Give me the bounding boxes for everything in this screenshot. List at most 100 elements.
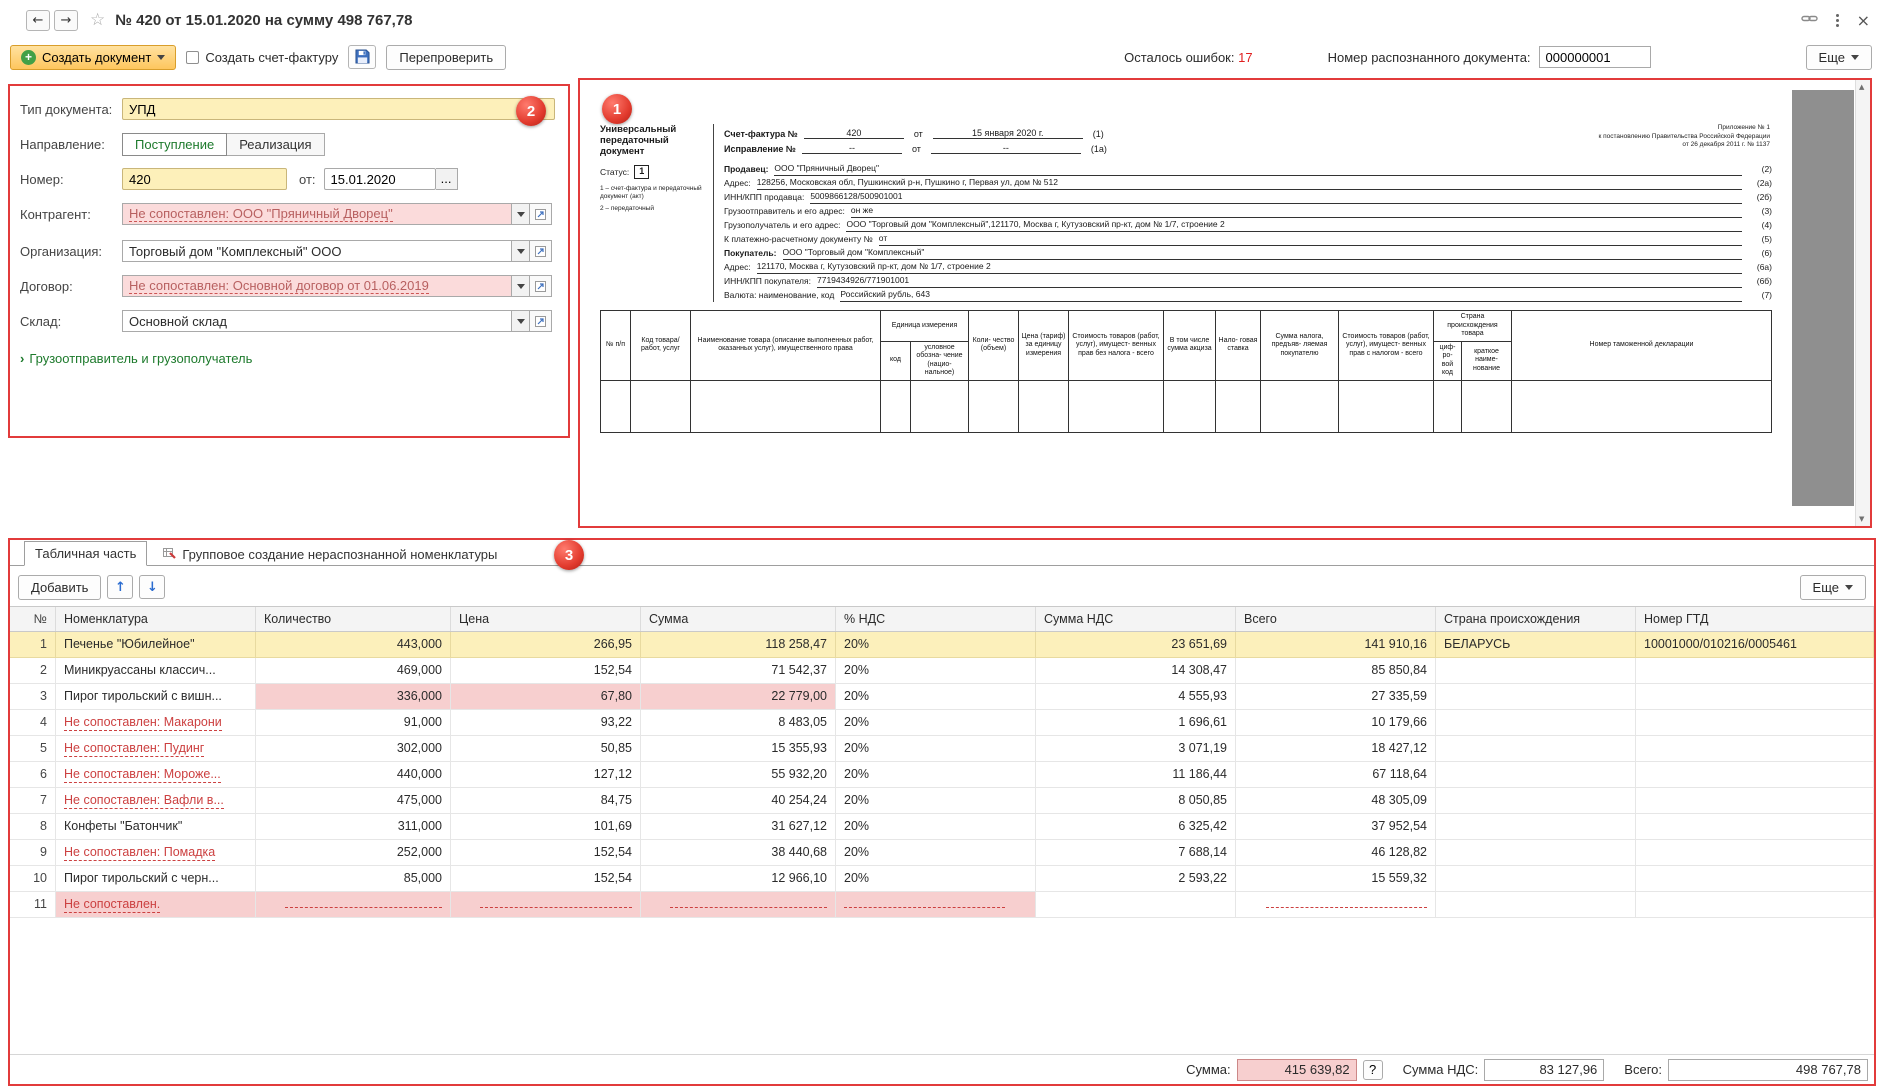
cell-vat_sum[interactable]: 4 555,93 [1036, 684, 1236, 710]
cell-qty[interactable]: 85,000 [256, 866, 451, 892]
contract-open-button[interactable] [530, 275, 552, 297]
cell-num[interactable]: 10 [10, 866, 56, 892]
cell-country[interactable] [1436, 710, 1636, 736]
back-button[interactable]: ← [26, 10, 50, 31]
cell-vat[interactable]: 20% [836, 632, 1036, 658]
cell-vat_sum[interactable] [1036, 892, 1236, 918]
cell-qty[interactable]: 302,000 [256, 736, 451, 762]
counterparty-field[interactable]: Не сопоставлен: ООО "Пряничный Дворец" [122, 203, 512, 225]
cell-vat_sum[interactable]: 7 688,14 [1036, 840, 1236, 866]
cell-qty[interactable]: 475,000 [256, 788, 451, 814]
cell-qty[interactable] [256, 892, 451, 918]
col-header-vat-percent[interactable]: % НДС [836, 607, 1036, 631]
cell-name[interactable]: Не сопоставлен: Вафли в... [56, 788, 256, 814]
cell-total[interactable]: 46 128,82 [1236, 840, 1436, 866]
cell-name[interactable]: Не сопоставлен: Мороже... [56, 762, 256, 788]
cell-country[interactable] [1436, 866, 1636, 892]
cell-total[interactable]: 85 850,84 [1236, 658, 1436, 684]
cell-gtd[interactable] [1636, 814, 1874, 840]
date-input[interactable] [324, 168, 436, 190]
cell-gtd[interactable]: 10001000/010216/0005461 [1636, 632, 1874, 658]
cell-country[interactable] [1436, 762, 1636, 788]
cell-gtd[interactable] [1636, 736, 1874, 762]
cell-gtd[interactable] [1636, 892, 1874, 918]
direction-outgoing-button[interactable]: Реализация [227, 133, 324, 156]
cell-name[interactable]: Печенье "Юбилейное" [56, 632, 256, 658]
table-row[interactable]: 8Конфеты "Батончик"311,000101,6931 627,1… [10, 814, 1874, 840]
cell-country[interactable] [1436, 684, 1636, 710]
move-up-button[interactable]: ↑ [107, 575, 133, 599]
cell-name[interactable]: Не сопоставлен: Пудинг [56, 736, 256, 762]
col-header-num[interactable]: № [10, 607, 56, 631]
more-menu-icon[interactable] [1834, 12, 1841, 29]
cell-price[interactable]: 93,22 [451, 710, 641, 736]
organization-open-button[interactable] [530, 240, 552, 262]
cell-num[interactable]: 7 [10, 788, 56, 814]
organization-field[interactable]: Торговый дом "Комплексный" ООО [122, 240, 512, 262]
table-row[interactable]: 2Миникруассаны классич...469,000152,5471… [10, 658, 1874, 684]
recheck-button[interactable]: Перепроверить [386, 45, 506, 70]
cell-country[interactable] [1436, 736, 1636, 762]
col-header-country[interactable]: Страна происхождения [1436, 607, 1636, 631]
cell-total[interactable]: 67 118,64 [1236, 762, 1436, 788]
recognized-doc-number-input[interactable] [1539, 46, 1651, 68]
cell-price[interactable]: 101,69 [451, 814, 641, 840]
scroll-up-icon[interactable]: ▲ [1859, 83, 1864, 91]
cell-name[interactable]: Не сопоставлен: Макарони [56, 710, 256, 736]
sum-field[interactable]: 415 639,82 [1237, 1059, 1357, 1081]
tab-group-create[interactable]: Групповое создание нераспознанной номенк… [153, 543, 507, 566]
cell-country[interactable] [1436, 658, 1636, 684]
cell-num[interactable]: 3 [10, 684, 56, 710]
cell-total[interactable]: 18 427,12 [1236, 736, 1436, 762]
save-button[interactable] [348, 45, 376, 69]
cell-vat_sum[interactable]: 8 050,85 [1036, 788, 1236, 814]
col-header-nomenclature[interactable]: Номенклатура [56, 607, 256, 631]
cell-sum[interactable]: 31 627,12 [641, 814, 836, 840]
cell-sum[interactable]: 40 254,24 [641, 788, 836, 814]
cell-total[interactable]: 141 910,16 [1236, 632, 1436, 658]
cell-vat[interactable]: 20% [836, 710, 1036, 736]
cell-num[interactable]: 11 [10, 892, 56, 918]
cell-gtd[interactable] [1636, 866, 1874, 892]
total-field[interactable]: 498 767,78 [1668, 1059, 1868, 1081]
table-row[interactable]: 11Не сопоставлен. [10, 892, 1874, 918]
table-row[interactable]: 4Не сопоставлен: Макарони91,00093,228 48… [10, 710, 1874, 736]
create-document-button[interactable]: + Создать документ [10, 45, 176, 70]
cell-total[interactable]: 15 559,32 [1236, 866, 1436, 892]
doc-type-input[interactable] [122, 98, 555, 120]
warehouse-dropdown-button[interactable] [512, 310, 530, 332]
cell-vat[interactable]: 20% [836, 866, 1036, 892]
cell-qty[interactable]: 311,000 [256, 814, 451, 840]
cell-gtd[interactable] [1636, 658, 1874, 684]
cell-num[interactable]: 2 [10, 658, 56, 684]
cell-country[interactable] [1436, 814, 1636, 840]
cell-num[interactable]: 8 [10, 814, 56, 840]
cell-vat_sum[interactable]: 23 651,69 [1036, 632, 1236, 658]
cell-sum[interactable]: 118 258,47 [641, 632, 836, 658]
cell-vat[interactable]: 20% [836, 658, 1036, 684]
favorite-star-icon[interactable]: ☆ [90, 10, 105, 30]
cell-gtd[interactable] [1636, 840, 1874, 866]
counterparty-dropdown-button[interactable] [512, 203, 530, 225]
cell-price[interactable]: 84,75 [451, 788, 641, 814]
cell-vat[interactable]: 20% [836, 788, 1036, 814]
date-picker-button[interactable]: ... [436, 168, 458, 190]
cell-qty[interactable]: 336,000 [256, 684, 451, 710]
cell-price[interactable]: 152,54 [451, 658, 641, 684]
table-row[interactable]: 10Пирог тирольский с черн...85,000152,54… [10, 866, 1874, 892]
cell-qty[interactable]: 443,000 [256, 632, 451, 658]
move-down-button[interactable]: ↓ [139, 575, 165, 599]
scroll-down-icon[interactable]: ▼ [1859, 515, 1864, 523]
counterparty-open-button[interactable] [530, 203, 552, 225]
col-header-price[interactable]: Цена [451, 607, 641, 631]
cell-country[interactable] [1436, 892, 1636, 918]
cell-total[interactable]: 37 952,54 [1236, 814, 1436, 840]
cell-price[interactable] [451, 892, 641, 918]
cell-sum[interactable]: 15 355,93 [641, 736, 836, 762]
cell-vat_sum[interactable]: 6 325,42 [1036, 814, 1236, 840]
cell-name[interactable]: Конфеты "Батончик" [56, 814, 256, 840]
cell-price[interactable]: 127,12 [451, 762, 641, 788]
cell-sum[interactable]: 55 932,20 [641, 762, 836, 788]
cell-num[interactable]: 1 [10, 632, 56, 658]
cell-vat_sum[interactable]: 14 308,47 [1036, 658, 1236, 684]
